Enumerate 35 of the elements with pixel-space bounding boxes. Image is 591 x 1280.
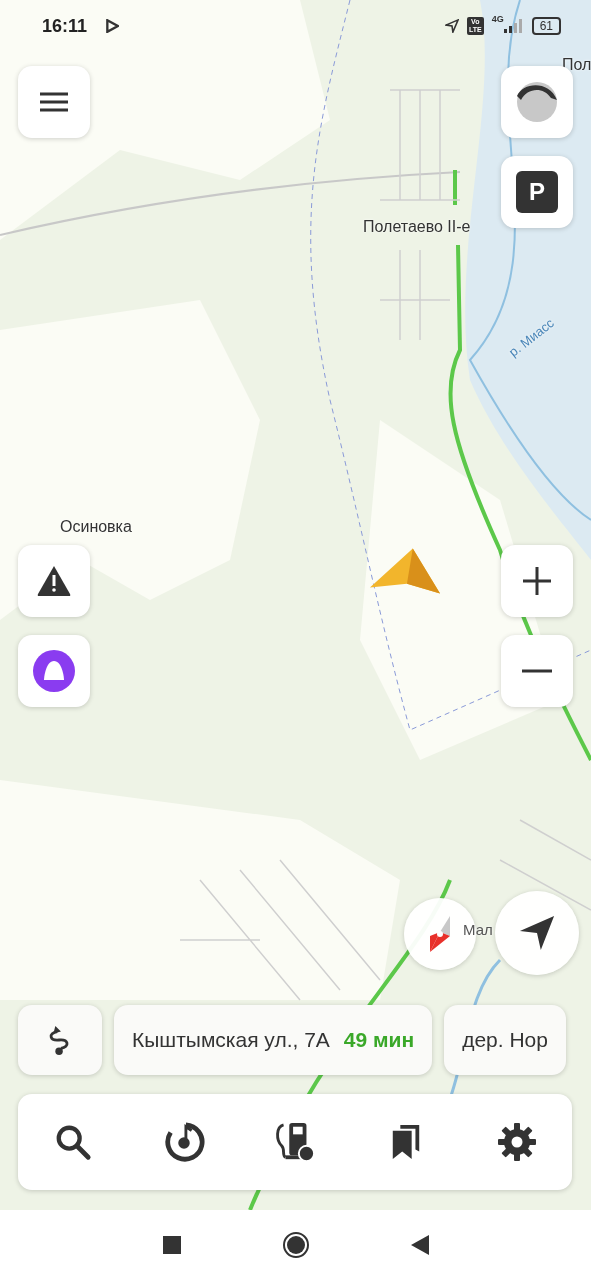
menu-icon — [40, 92, 68, 112]
half-circle-icon — [515, 80, 559, 124]
assistant-ring-icon — [32, 649, 76, 693]
map-place-label: Мал — [463, 921, 493, 938]
map-place-label: Полетаево II-е — [363, 218, 471, 236]
voice-assistant-button[interactable] — [18, 635, 90, 707]
fuel-station-icon — [274, 1121, 316, 1163]
map-place-label: Осиновка — [60, 518, 132, 536]
settings-icon — [496, 1122, 537, 1162]
music-disc-icon — [163, 1121, 206, 1163]
destination-button[interactable]: дер. Нор — [444, 1005, 566, 1075]
position-arrow-icon — [368, 546, 442, 596]
battery-level: 61 — [531, 17, 561, 35]
road-event-button[interactable] — [18, 545, 90, 617]
minus-icon — [522, 669, 552, 673]
compass-icon — [428, 914, 452, 954]
zoom-out-button[interactable] — [501, 635, 573, 707]
home-circle-icon — [281, 1231, 310, 1259]
map-place-label: Пол — [562, 56, 591, 74]
warning-icon — [36, 564, 72, 598]
navigation-arrow-icon — [518, 914, 556, 952]
location-arrow-icon — [444, 19, 459, 33]
menu-button[interactable] — [18, 66, 90, 138]
plus-icon — [522, 566, 552, 596]
signal-icon — [503, 19, 524, 33]
route-button[interactable] — [18, 1005, 102, 1075]
status-time: 16:11 — [42, 15, 88, 37]
search-icon — [54, 1123, 93, 1161]
play-icon — [105, 19, 120, 33]
network-type: 4G — [491, 14, 504, 24]
destination-button[interactable]: Кыштымская ул., 7А 49 мин — [114, 1005, 433, 1075]
back-triangle-icon — [410, 1235, 429, 1255]
zoom-in-button[interactable] — [501, 545, 573, 617]
parking-button[interactable]: P — [501, 156, 573, 228]
square-icon — [162, 1236, 181, 1254]
